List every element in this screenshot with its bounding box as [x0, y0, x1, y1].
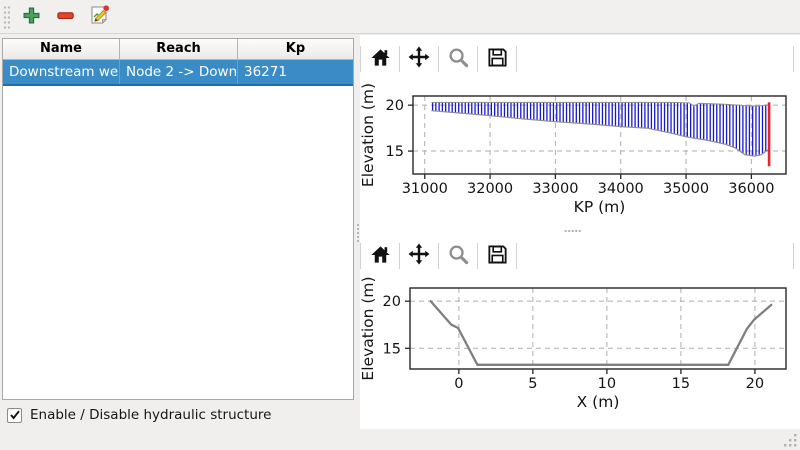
remove-structure-button[interactable]: [50, 3, 80, 31]
svg-text:15: 15: [672, 376, 690, 392]
pan-button[interactable]: [400, 241, 438, 271]
enable-structure-checkbox[interactable]: [7, 408, 22, 423]
cross-section-chart[interactable]: 0 5 10 15 20 15 20 X (m) Elevation (m): [360, 274, 800, 429]
svg-text:36000: 36000: [728, 181, 774, 197]
column-header-reach[interactable]: Reach: [120, 39, 238, 59]
svg-text:20: 20: [383, 294, 401, 310]
zoom-icon: [447, 46, 470, 72]
panes-splitter-handle[interactable]: [356, 223, 360, 243]
svg-text:15: 15: [386, 144, 404, 160]
zoom-button[interactable]: [439, 241, 477, 271]
zoom-icon: [447, 243, 470, 269]
table-row[interactable]: Downstream weir Node 2 -> Down... 36271: [3, 60, 353, 86]
home-icon: [369, 46, 392, 72]
plots-panel: 31000 32000 33000 34000 35000 36000 15 20 KP (m)…: [360, 35, 800, 429]
column-header-name[interactable]: Name: [3, 39, 120, 59]
minus-icon: [57, 7, 74, 27]
svg-text:32000: 32000: [467, 181, 513, 197]
home-icon: [369, 243, 392, 269]
svg-text:31000: 31000: [402, 181, 448, 197]
svg-text:33000: 33000: [532, 181, 578, 197]
plus-icon: [23, 7, 40, 27]
svg-text:20: 20: [746, 376, 764, 392]
edit-structure-button[interactable]: [84, 3, 114, 31]
svg-text:20: 20: [386, 98, 404, 114]
save-icon: [486, 46, 509, 72]
home-button[interactable]: [361, 241, 399, 271]
pan-button[interactable]: [400, 44, 438, 74]
longitudinal-profile-chart[interactable]: 31000 32000 33000 34000 35000 36000 15 20 KP (m)…: [360, 77, 800, 226]
svg-text:X (m): X (m): [577, 393, 620, 411]
check-icon: [9, 409, 21, 421]
svg-text:5: 5: [528, 376, 537, 392]
table-header-row: Name Reach Kp: [3, 39, 353, 60]
svg-text:Elevation (m): Elevation (m): [360, 276, 377, 380]
enable-structure-row: Enable / Disable hydraulic structure: [7, 405, 271, 425]
window-resize-grip[interactable]: [781, 431, 799, 450]
svg-text:Elevation (m): Elevation (m): [360, 83, 377, 187]
svg-text:0: 0: [454, 376, 463, 392]
svg-text:34000: 34000: [598, 181, 644, 197]
edit-icon: [88, 4, 110, 29]
cell-kp: 36271: [238, 60, 353, 84]
resize-grip-icon: [781, 431, 799, 449]
column-header-kp[interactable]: Kp: [238, 39, 353, 59]
pan-icon: [407, 45, 431, 72]
enable-structure-label: Enable / Disable hydraulic structure: [30, 407, 271, 423]
svg-text:10: 10: [598, 376, 616, 392]
save-button[interactable]: [478, 44, 516, 74]
plots-splitter-handle[interactable]: [564, 229, 582, 233]
home-button[interactable]: [361, 44, 399, 74]
save-button[interactable]: [478, 241, 516, 271]
structures-table: Name Reach Kp Downstream weir Node 2 -> …: [2, 38, 354, 400]
profile-plot-toolbar: [360, 40, 800, 77]
save-icon: [486, 243, 509, 269]
pan-icon: [407, 242, 431, 269]
cross-section-plot-toolbar: [360, 237, 800, 274]
zoom-button[interactable]: [439, 44, 477, 74]
toolbar-drag-handle[interactable]: [3, 5, 10, 29]
svg-text:35000: 35000: [663, 181, 709, 197]
main-toolbar: [0, 0, 800, 34]
svg-text:15: 15: [383, 341, 401, 357]
add-structure-button[interactable]: [16, 3, 46, 31]
cell-name: Downstream weir: [3, 60, 120, 84]
cell-reach: Node 2 -> Down...: [120, 60, 238, 84]
svg-text:KP (m): KP (m): [574, 198, 626, 216]
